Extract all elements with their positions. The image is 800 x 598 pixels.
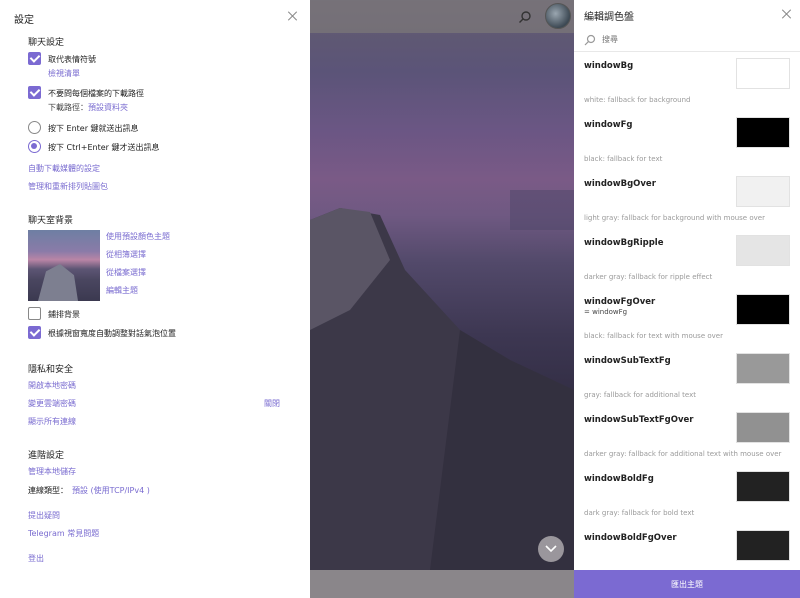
connection-type-link[interactable]: 預設 (使用TCP/IPv4 ) — [72, 485, 150, 496]
color-description: dark gray: fallback for bold text — [584, 509, 695, 517]
local-passcode-link[interactable]: 開啟本地密碼 — [28, 380, 76, 391]
color-description: light gray: fallback for background with… — [584, 214, 765, 222]
export-theme-button[interactable]: 匯出主題 — [574, 570, 800, 598]
cloud-password-link[interactable]: 變更雲端密碼 — [28, 398, 76, 409]
no-ask-path-checkbox[interactable] — [28, 86, 41, 99]
color-description: white: fallback for background — [584, 96, 691, 104]
privacy-heading: 隱私和安全 — [28, 365, 74, 375]
send-enter-radio[interactable] — [28, 121, 41, 134]
use-default-theme-link[interactable]: 使用預設顏色主題 — [106, 231, 170, 242]
color-swatch[interactable] — [736, 353, 790, 384]
color-swatch[interactable] — [736, 294, 790, 325]
color-name: windowBg — [584, 61, 634, 71]
local-storage-link[interactable]: 管理本地儲存 — [28, 466, 76, 477]
show-sessions-link[interactable]: 顯示所有連線 — [28, 416, 76, 427]
background-heading: 聊天室背景 — [28, 216, 74, 226]
palette-row[interactable]: windowBoldFgOver — [574, 524, 800, 570]
color-swatch[interactable] — [736, 471, 790, 502]
background-thumbnail — [28, 230, 100, 301]
scroll-down-button[interactable] — [538, 536, 564, 562]
send-ctrl-enter-radio[interactable] — [28, 140, 41, 153]
choose-from-gallery-link[interactable]: 從相簿選擇 — [106, 249, 146, 260]
color-name: windowSubTextFgOver — [584, 415, 694, 425]
send-enter-label: 按下 Enter 鍵就送出訊息 — [48, 124, 139, 133]
color-description: gray: fallback for additional text — [584, 391, 696, 399]
view-emoji-list-link[interactable]: 檢視清單 — [48, 68, 80, 79]
color-alias: = windowFg — [584, 308, 628, 316]
palette-editor-panel: 編輯調色盤 windowBg white: fallback for backg… — [574, 0, 800, 598]
tile-background-label: 鋪排背景 — [48, 310, 80, 319]
search-icon — [584, 34, 596, 46]
logout-link[interactable]: 登出 — [28, 553, 44, 564]
color-name: windowFgOver — [584, 297, 656, 307]
palette-row[interactable]: windowSubTextFg gray: fallback for addit… — [574, 347, 800, 406]
color-swatch[interactable] — [736, 412, 790, 443]
color-name: windowBoldFg — [584, 474, 654, 484]
download-path-link[interactable]: 預設資料夾 — [88, 102, 128, 113]
edit-theme-link[interactable]: 編輯主題 — [106, 285, 138, 296]
replace-emoji-checkbox[interactable] — [28, 52, 41, 65]
color-description: darker gray: fallback for additional tex… — [584, 450, 782, 458]
palette-row[interactable]: windowFgOver = windowFg black: fallback … — [574, 288, 800, 347]
palette-list[interactable]: windowBg white: fallback for background … — [574, 52, 800, 570]
color-name: windowBoldFgOver — [584, 533, 677, 543]
connection-type-label: 連線類型： — [28, 486, 68, 495]
palette-row[interactable]: windowBg white: fallback for background — [574, 52, 800, 111]
chat-settings-heading: 聊天設定 — [28, 38, 65, 48]
chat-top-bar — [310, 0, 574, 33]
palette-title: 編輯調色盤 — [584, 12, 634, 23]
chevron-down-icon — [545, 545, 557, 553]
color-name: windowBgOver — [584, 179, 656, 189]
search-icon[interactable] — [518, 10, 532, 24]
palette-row[interactable]: windowBgRipple darker gray: fallback for… — [574, 229, 800, 288]
color-description: black: fallback for text — [584, 155, 663, 163]
color-name: windowBgRipple — [584, 238, 664, 248]
settings-panel: 設定 聊天設定 取代表情符號 檢視清單 不要問每個檔案的下載路徑 下載路徑： 預… — [0, 0, 310, 598]
auto-download-link[interactable]: 自動下載媒體的設定 — [28, 163, 100, 174]
color-name: windowSubTextFg — [584, 356, 671, 366]
adaptive-bubbles-checkbox[interactable] — [28, 326, 41, 339]
cloud-password-off-link[interactable]: 關閉 — [264, 398, 280, 409]
ask-question-link[interactable]: 提出疑問 — [28, 510, 60, 521]
chat-bottom-bar — [310, 570, 574, 598]
avatar[interactable] — [545, 3, 571, 29]
palette-row[interactable]: windowBoldFg dark gray: fallback for bol… — [574, 465, 800, 524]
close-icon[interactable] — [288, 11, 298, 21]
color-description: darker gray: fallback for ripple effect — [584, 273, 713, 281]
settings-title: 設定 — [14, 15, 34, 26]
adaptive-bubbles-label: 根據視窗寬度自動調整對話氣泡位置 — [48, 329, 176, 338]
color-name: windowFg — [584, 120, 633, 130]
no-ask-path-label: 不要問每個檔案的下載路徑 — [48, 89, 144, 98]
palette-search-input[interactable] — [602, 32, 782, 46]
replace-emoji-label: 取代表情符號 — [48, 55, 96, 64]
palette-row[interactable]: windowFg black: fallback for text — [574, 111, 800, 170]
color-swatch[interactable] — [736, 176, 790, 207]
palette-row[interactable]: windowSubTextFgOver darker gray: fallbac… — [574, 406, 800, 465]
color-swatch[interactable] — [736, 117, 790, 148]
color-swatch[interactable] — [736, 530, 790, 561]
palette-row[interactable]: windowBgOver light gray: fallback for ba… — [574, 170, 800, 229]
manage-stickers-link[interactable]: 管理和重新排列貼圖包 — [28, 181, 108, 192]
tile-background-checkbox[interactable] — [28, 307, 41, 320]
mountain-image — [310, 190, 574, 570]
download-path-label: 下載路徑： — [48, 103, 88, 112]
color-description: black: fallback for text with mouse over — [584, 332, 723, 340]
send-ctrl-enter-label: 按下 Ctrl+Enter 鍵才送出訊息 — [48, 143, 160, 152]
choose-from-file-link[interactable]: 從檔案選擇 — [106, 267, 146, 278]
advanced-heading: 進階設定 — [28, 451, 65, 461]
settings-header: 設定 — [0, 0, 310, 32]
close-icon[interactable] — [782, 9, 792, 19]
color-swatch[interactable] — [736, 58, 790, 89]
faq-link[interactable]: Telegram 常見問題 — [28, 528, 99, 539]
color-swatch[interactable] — [736, 235, 790, 266]
chat-background-area — [310, 0, 574, 598]
